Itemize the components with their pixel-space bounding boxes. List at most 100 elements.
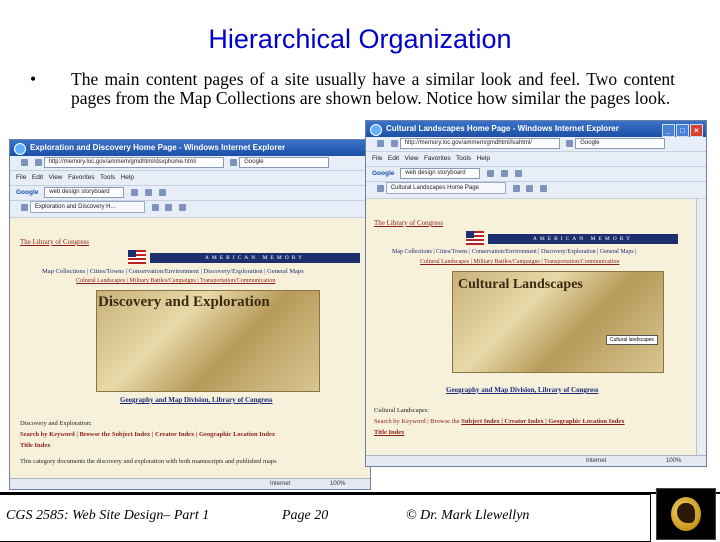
right-scrollbar[interactable] [696, 199, 706, 455]
google-logo: Google [372, 170, 395, 177]
settings-icon[interactable] [158, 188, 166, 196]
right-menu-row: File Edit View Favorites Tools Help [366, 152, 706, 167]
right-american-memory-banner: AMERICAN MEMORY [488, 234, 678, 244]
right-search-links[interactable]: Subject Index | Creator Index | Geograph… [461, 418, 624, 425]
right-zoom[interactable]: 100% [666, 456, 681, 466]
right-active-tab[interactable]: Cultural Landscapes Home Page [385, 182, 506, 195]
settings-icon[interactable] [514, 169, 522, 177]
left-description: This category documents the discovery an… [20, 458, 277, 465]
left-loc-link[interactable]: The Library of Congress [20, 238, 89, 246]
right-browser-window: Cultural Landscapes Home Page - Windows … [365, 120, 707, 467]
left-status-zone: Internet [270, 481, 291, 487]
left-american-memory-banner: AMERICAN MEMORY [150, 253, 360, 263]
home-icon[interactable] [151, 203, 159, 211]
right-menu-help[interactable]: Help [477, 155, 490, 162]
minimize-icon[interactable]: _ [662, 124, 675, 137]
print-icon[interactable] [165, 203, 173, 211]
left-menu-favorites[interactable]: Favorites [68, 174, 95, 181]
left-address-bar[interactable]: http://memory.loc.gov/ammem/gmdhtml/dsxp… [43, 156, 224, 168]
left-active-tab[interactable]: Exploration and Discovery H... [29, 201, 145, 214]
footer-author: © Dr. Mark Llewellyn [406, 508, 530, 523]
slide-footer: CGS 2585: Web Site Design– Part 1 Page 2… [0, 492, 720, 542]
left-menu-edit[interactable]: Edit [32, 174, 43, 181]
right-division-link[interactable]: Geography and Map Division, Library of C… [446, 386, 599, 394]
right-section-heading: Cultural Landscapes: [374, 407, 430, 414]
page-menu-icon[interactable] [540, 184, 548, 192]
left-nav-primary[interactable]: Map Collections | Cities/Towns | Conserv… [42, 268, 304, 275]
right-tab-row: Cultural Landscapes Home Page [366, 182, 706, 199]
left-menu-tools[interactable]: Tools [100, 174, 115, 181]
favorites-star-icon[interactable] [377, 184, 384, 192]
left-division-link[interactable]: Geography and Map Division, Library of C… [120, 396, 273, 404]
right-menu-tools[interactable]: Tools [456, 155, 471, 162]
left-google-toolbar: Google web design storyboard [10, 186, 370, 201]
refresh-icon[interactable] [566, 139, 574, 147]
left-section-heading: Discovery and Exploration: [20, 420, 92, 427]
home-icon[interactable] [512, 184, 520, 192]
right-page-content: The Library of Congress AMERICAN MEMORY … [366, 199, 696, 455]
go-icon[interactable] [131, 188, 139, 196]
left-window-titlebar[interactable]: Exploration and Discovery Home Page - Wi… [10, 140, 370, 156]
pegasus-icon [677, 503, 695, 523]
google-logo: Google [16, 189, 39, 196]
left-tab-row: Exploration and Discovery H... [10, 201, 370, 218]
right-feature-title: Cultural Landscapes [458, 277, 583, 292]
right-window-titlebar[interactable]: Cultural Landscapes Home Page - Windows … [366, 121, 706, 137]
right-nav-primary[interactable]: Map Collections | Cities/Towns | Conserv… [392, 249, 636, 255]
ie-logo-icon [14, 143, 26, 155]
right-search-prefix: Search by Keyword | Browse the Subject I… [374, 418, 625, 425]
forward-icon[interactable] [390, 139, 398, 147]
left-nav-secondary[interactable]: Cultural Landscapes | Military Battles/C… [76, 278, 275, 284]
right-menu-file[interactable]: File [372, 155, 382, 162]
maximize-icon[interactable]: □ [676, 124, 689, 137]
print-icon[interactable] [526, 184, 534, 192]
footer-page: Page 20 [282, 508, 329, 523]
bullet-dot: • [30, 69, 37, 89]
right-google-query[interactable]: web design storyboard [400, 167, 481, 179]
go-icon[interactable] [487, 169, 495, 177]
right-status-bar: Internet 100% [366, 455, 706, 466]
refresh-icon[interactable] [230, 158, 238, 166]
right-google-toolbar: Google web design storyboard [366, 167, 706, 182]
bullet-text: The main content pages of a site usually… [71, 69, 675, 108]
back-icon[interactable] [377, 139, 384, 147]
right-image-caption: Cultural landscapes [606, 335, 658, 345]
right-nav-secondary[interactable]: Cultural Landscapes | Military Battles/C… [420, 259, 619, 265]
back-icon[interactable] [21, 158, 28, 166]
left-feature-title: Discovery and Exploration [98, 294, 270, 310]
right-menu-favorites[interactable]: Favorites [424, 155, 451, 162]
left-search-line[interactable]: Search by Keyword | Browse the Subject I… [20, 431, 275, 438]
left-google-query[interactable]: web design storyboard [44, 186, 125, 198]
right-search-prefix-text[interactable]: Search by Keyword | Browse the [374, 418, 460, 425]
right-flag-icon [466, 231, 484, 245]
right-window-title: Cultural Landscapes Home Page - Windows … [386, 124, 619, 133]
right-title-index[interactable]: Title Index [374, 429, 404, 436]
ucf-pegasus-logo [656, 488, 716, 540]
left-menu-view[interactable]: View [49, 174, 63, 181]
left-title-index[interactable]: Title Index [20, 442, 50, 449]
slide-title: Hierarchical Organization [208, 24, 512, 54]
left-page-content: The Library of Congress AMERICAN MEMORY … [10, 218, 370, 478]
left-browser-window: Exploration and Discovery Home Page - Wi… [9, 139, 371, 490]
right-address-row: http://memory.loc.gov/ammem/gmdhtml/lsah… [366, 137, 706, 152]
right-status-zone: Internet [586, 458, 607, 464]
page-menu-icon[interactable] [179, 203, 187, 211]
left-menu-row: File Edit View Favorites Tools Help [10, 171, 370, 186]
right-search-box[interactable]: Google [575, 137, 666, 149]
left-menu-help[interactable]: Help [121, 174, 134, 181]
close-icon[interactable]: × [690, 124, 703, 137]
right-menu-edit[interactable]: Edit [388, 155, 399, 162]
right-menu-view[interactable]: View [405, 155, 419, 162]
right-address-bar[interactable]: http://memory.loc.gov/ammem/gmdhtml/lsah… [399, 137, 560, 149]
bullet-paragraph: • The main content pages of a site usual… [30, 70, 675, 108]
left-zoom[interactable]: 100% [330, 479, 345, 489]
bookmarks-icon[interactable] [144, 188, 152, 196]
left-status-bar: Internet 100% [10, 478, 370, 489]
left-search-box[interactable]: Google [239, 156, 330, 168]
forward-icon[interactable] [34, 158, 42, 166]
left-address-row: http://memory.loc.gov/ammem/gmdhtml/dsxp… [10, 156, 370, 171]
right-loc-link[interactable]: The Library of Congress [374, 219, 443, 227]
bookmarks-icon[interactable] [500, 169, 508, 177]
left-menu-file[interactable]: File [16, 174, 26, 181]
favorites-star-icon[interactable] [21, 203, 28, 211]
